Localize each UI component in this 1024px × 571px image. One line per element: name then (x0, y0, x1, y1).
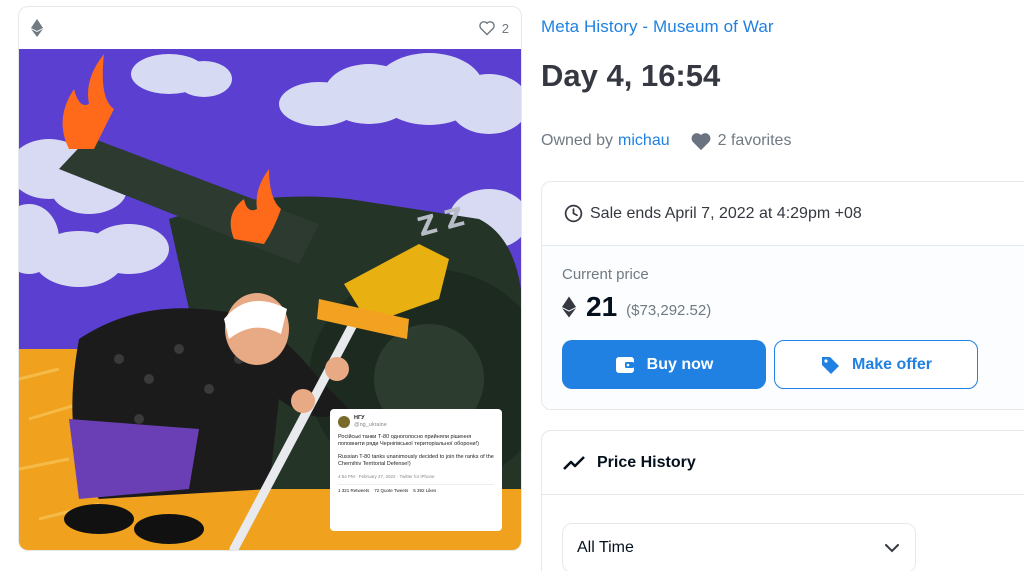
sale-end-row: Sale ends April 7, 2022 at 4:29pm +08 (542, 182, 1024, 246)
chevron-down-icon (885, 543, 899, 552)
price-history-panel: Price History All Time (541, 430, 1024, 571)
make-offer-label: Make offer (851, 355, 933, 373)
wallet-icon (615, 356, 634, 373)
media-header: 2 (19, 7, 521, 49)
collection-link[interactable]: Meta History - Museum of War (541, 17, 774, 37)
sale-ends-text: Sale ends April 7, 2022 at 4:29pm +08 (590, 204, 862, 222)
time-range-value: All Time (577, 539, 634, 556)
favorite-count: 2 (501, 20, 509, 36)
price-usd: ($73,292.52) (626, 301, 712, 319)
tweet-meta: 4:54 PM · February 27, 2022 · Twitter fo… (338, 473, 435, 479)
buy-now-button[interactable]: Buy now (562, 340, 766, 389)
current-price-label: Current price (562, 266, 649, 283)
price-history-title: Price History (597, 453, 696, 471)
tweet-stats: 1 321 Retweets 72 Quote Tweets 5 392 Lik… (338, 483, 494, 494)
time-range-select[interactable]: All Time (562, 523, 916, 571)
tweet-avatar (338, 416, 350, 429)
buy-now-label: Buy now (646, 355, 714, 373)
owner-prefix: Owned by (541, 132, 614, 149)
tweet-text-ua: Російські танки Т-80 одноголосно прийнял… (338, 433, 479, 448)
tag-icon (821, 356, 839, 374)
heart-outline-icon (478, 21, 495, 36)
price-eth: 21 (586, 291, 618, 322)
tweet-handle: @ng_ukraine (354, 422, 387, 429)
price-row: 21 ($73,292.52) (562, 291, 1020, 323)
favorite-button[interactable]: 2 (478, 20, 509, 36)
ethereum-icon (31, 19, 43, 37)
media-card: 2 Z Z НГУ @ng_ukraine Російські танки Т-… (18, 6, 522, 551)
favorites-count: 2 favorites (717, 132, 792, 149)
ethereum-icon (562, 296, 576, 318)
trending-icon (563, 455, 585, 470)
embedded-tweet-card: НГУ @ng_ukraine Російські танки Т-80 одн… (330, 409, 502, 531)
owner-row: Owned by michau 2 favorites (541, 131, 791, 151)
owner-link[interactable]: michau (618, 132, 670, 150)
heart-filled-icon (691, 133, 711, 151)
item-title: Day 4, 16:54 (541, 58, 721, 93)
clock-icon (564, 204, 583, 223)
make-offer-button[interactable]: Make offer (774, 340, 978, 389)
tweet-author: НГУ (354, 415, 365, 421)
tweet-text-en: Russian T-80 tanks unanimously decided t… (338, 453, 494, 468)
price-history-header[interactable]: Price History (542, 431, 1024, 495)
